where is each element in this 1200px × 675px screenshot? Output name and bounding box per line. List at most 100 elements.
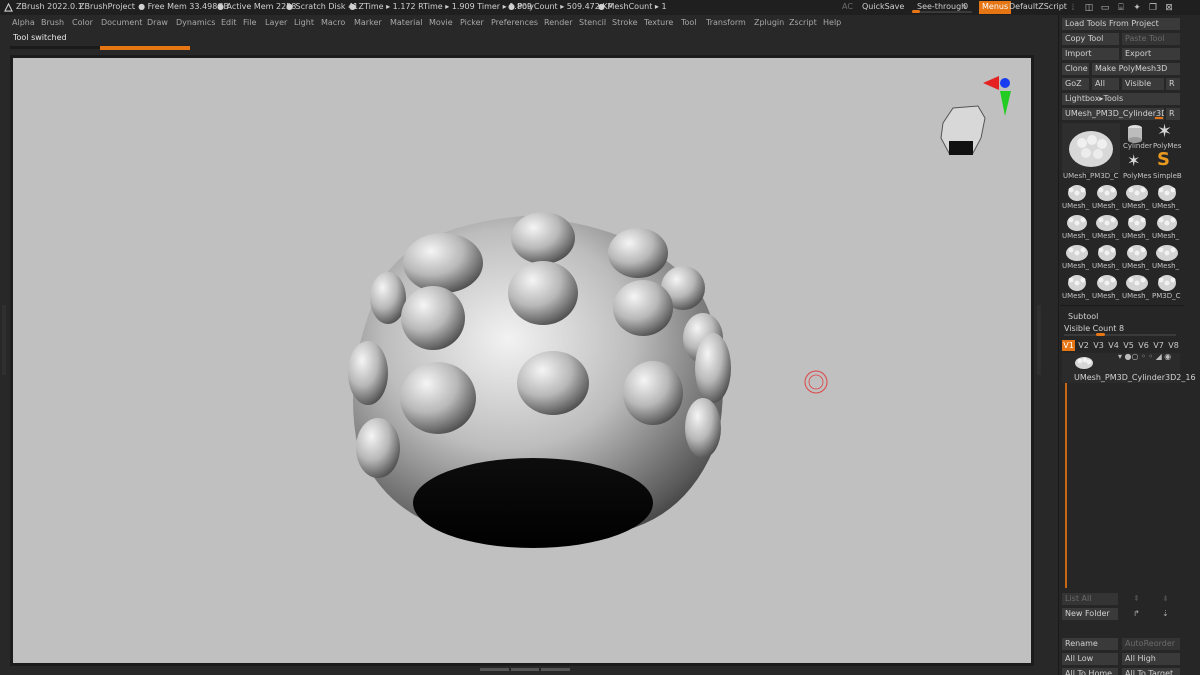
version-tab-v3[interactable]: V3 xyxy=(1092,340,1105,351)
goz-button[interactable]: GoZ xyxy=(1062,78,1089,90)
close-icon[interactable]: ⊠ xyxy=(1164,3,1174,13)
menu-document[interactable]: Document xyxy=(101,18,142,27)
menu-file[interactable]: File xyxy=(243,18,256,27)
goz-r-button[interactable]: R xyxy=(1166,78,1180,90)
default-zscript-button[interactable]: DefaultZScript xyxy=(1009,2,1067,11)
umesh-thumbnail[interactable] xyxy=(1093,213,1121,233)
menu-zscript[interactable]: Zscript xyxy=(789,18,817,27)
arrow-down-icon[interactable]: ⇣ xyxy=(1162,609,1169,618)
current-tool-r-button[interactable]: R xyxy=(1166,108,1180,120)
menu-edit[interactable]: Edit xyxy=(221,18,237,27)
goz-visible-button[interactable]: Visible xyxy=(1122,78,1164,90)
umesh-thumbnail[interactable] xyxy=(1123,243,1151,263)
menu-texture[interactable]: Texture xyxy=(644,18,673,27)
umesh-thumbnail[interactable] xyxy=(1153,273,1181,293)
menu-macro[interactable]: Macro xyxy=(321,18,345,27)
make-polymesh-button[interactable]: Make PolyMesh3D xyxy=(1092,63,1180,75)
version-tab-v2[interactable]: V2 xyxy=(1077,340,1090,351)
menu-stencil[interactable]: Stencil xyxy=(579,18,606,27)
menu-tool[interactable]: Tool xyxy=(681,18,697,27)
subtool-scrollbar[interactable] xyxy=(1065,383,1067,588)
left-shelf-handle[interactable] xyxy=(2,305,6,375)
version-tab-v7[interactable]: V7 xyxy=(1152,340,1165,351)
export-button[interactable]: Export xyxy=(1122,48,1180,60)
arrow-up-icon[interactable]: ↱ xyxy=(1133,609,1140,618)
umesh-thumbnail[interactable] xyxy=(1153,183,1181,203)
list-all-button[interactable]: List All xyxy=(1062,593,1118,605)
seethrough-slider-handle[interactable] xyxy=(912,10,920,13)
project-name[interactable]: ZBrushProject xyxy=(79,2,135,11)
bottom-shelf-handle[interactable] xyxy=(480,668,571,673)
quicksave-button[interactable]: QuickSave xyxy=(862,2,904,11)
all-high-button[interactable]: All High xyxy=(1122,653,1180,665)
umesh-thumbnail[interactable] xyxy=(1153,213,1181,233)
menu-stroke[interactable]: Stroke xyxy=(612,18,638,27)
menu-movie[interactable]: Movie xyxy=(429,18,453,27)
move-up-icon[interactable]: ⇞ xyxy=(1133,594,1140,603)
umesh-thumbnail[interactable] xyxy=(1093,243,1121,263)
version-tab-v5[interactable]: V5 xyxy=(1122,340,1135,351)
document-canvas[interactable] xyxy=(13,58,1031,663)
menu-dynamics[interactable]: Dynamics xyxy=(176,18,215,27)
star-polymesh-icon[interactable]: ✶ xyxy=(1157,122,1172,142)
menu-render[interactable]: Render xyxy=(544,18,572,27)
import-button[interactable]: Import xyxy=(1062,48,1119,60)
umesh-thumbnail[interactable] xyxy=(1063,273,1091,293)
new-folder-button[interactable]: New Folder xyxy=(1062,608,1118,620)
menu-preferences[interactable]: Preferences xyxy=(491,18,538,27)
umesh-thumbnail[interactable] xyxy=(1153,243,1181,263)
goz-all-button[interactable]: All xyxy=(1092,78,1119,90)
simplebrush-icon[interactable]: S xyxy=(1157,150,1170,170)
cylinder-thumbnail[interactable] xyxy=(1124,122,1146,144)
menu-brush[interactable]: Brush xyxy=(41,18,64,27)
version-tab-v1[interactable]: V1 xyxy=(1062,340,1075,351)
split-icon[interactable]: ⌸ xyxy=(1116,3,1126,13)
menu-zplugin[interactable]: Zplugin xyxy=(754,18,784,27)
all-low-button[interactable]: All Low xyxy=(1062,653,1118,665)
umesh-thumbnail[interactable] xyxy=(1063,183,1091,203)
umesh-thumbnail[interactable] xyxy=(1123,273,1151,293)
visible-count-slider-handle[interactable] xyxy=(1096,333,1105,336)
current-tool-slider[interactable]: UMesh_PM3D_Cylinder3D2_1 xyxy=(1062,108,1164,120)
menu-picker[interactable]: Picker xyxy=(460,18,484,27)
menu-draw[interactable]: Draw xyxy=(147,18,168,27)
menus-toggle-button[interactable]: Menus xyxy=(979,1,1012,14)
menu-light[interactable]: Light xyxy=(294,18,314,27)
umesh-thumbnail[interactable] xyxy=(1063,213,1091,233)
star-polymesh2-icon[interactable]: ✶ xyxy=(1127,152,1140,170)
menu-help[interactable]: Help xyxy=(823,18,841,27)
umesh-thumbnail[interactable] xyxy=(1093,273,1121,293)
palette-icon[interactable]: ◫ xyxy=(1084,3,1094,13)
clone-button[interactable]: Clone xyxy=(1062,63,1089,75)
version-tab-v8[interactable]: V8 xyxy=(1167,340,1180,351)
right-shelf-handle[interactable] xyxy=(1037,305,1041,375)
version-tab-v4[interactable]: V4 xyxy=(1107,340,1120,351)
umesh-thumbnail[interactable] xyxy=(1123,183,1151,203)
menu-transform[interactable]: Transform xyxy=(706,18,746,27)
gizmo-axis-y-icon[interactable] xyxy=(1000,91,1011,116)
gizmo-axis-z-icon[interactable] xyxy=(1000,78,1010,88)
gizmo-axis-x-icon[interactable] xyxy=(983,76,999,90)
menu-layer[interactable]: Layer xyxy=(265,18,287,27)
menu-alpha[interactable]: Alpha xyxy=(12,18,35,27)
copy-tool-button[interactable]: Copy Tool xyxy=(1062,33,1119,45)
autoreorder-button[interactable]: AutoReorder xyxy=(1122,638,1180,650)
umesh-thumbnail[interactable] xyxy=(1123,213,1151,233)
paste-tool-button[interactable]: Paste Tool xyxy=(1122,33,1180,45)
current-tool-slider-handle[interactable] xyxy=(1155,117,1163,119)
navigation-gizmo[interactable] xyxy=(940,76,1011,155)
load-tools-button[interactable]: Load Tools From Project xyxy=(1062,18,1180,30)
sculpt-mesh[interactable] xyxy=(348,212,731,548)
equalizer-icon[interactable]: ⦙ xyxy=(1068,3,1078,13)
move-down-icon[interactable]: ⇟ xyxy=(1162,594,1169,603)
gear-icon[interactable]: ✦ xyxy=(1132,3,1142,13)
menu-marker[interactable]: Marker xyxy=(354,18,382,27)
umesh-thumbnail[interactable] xyxy=(1063,243,1091,263)
all-to-target-button[interactable]: All To Target xyxy=(1122,668,1180,675)
menu-material[interactable]: Material xyxy=(390,18,423,27)
rename-button[interactable]: Rename xyxy=(1062,638,1118,650)
ac-button[interactable]: AC xyxy=(842,2,853,11)
all-to-home-button[interactable]: All To Home xyxy=(1062,668,1118,675)
restore-icon[interactable]: ❐ xyxy=(1148,3,1158,13)
version-tab-v6[interactable]: V6 xyxy=(1137,340,1150,351)
